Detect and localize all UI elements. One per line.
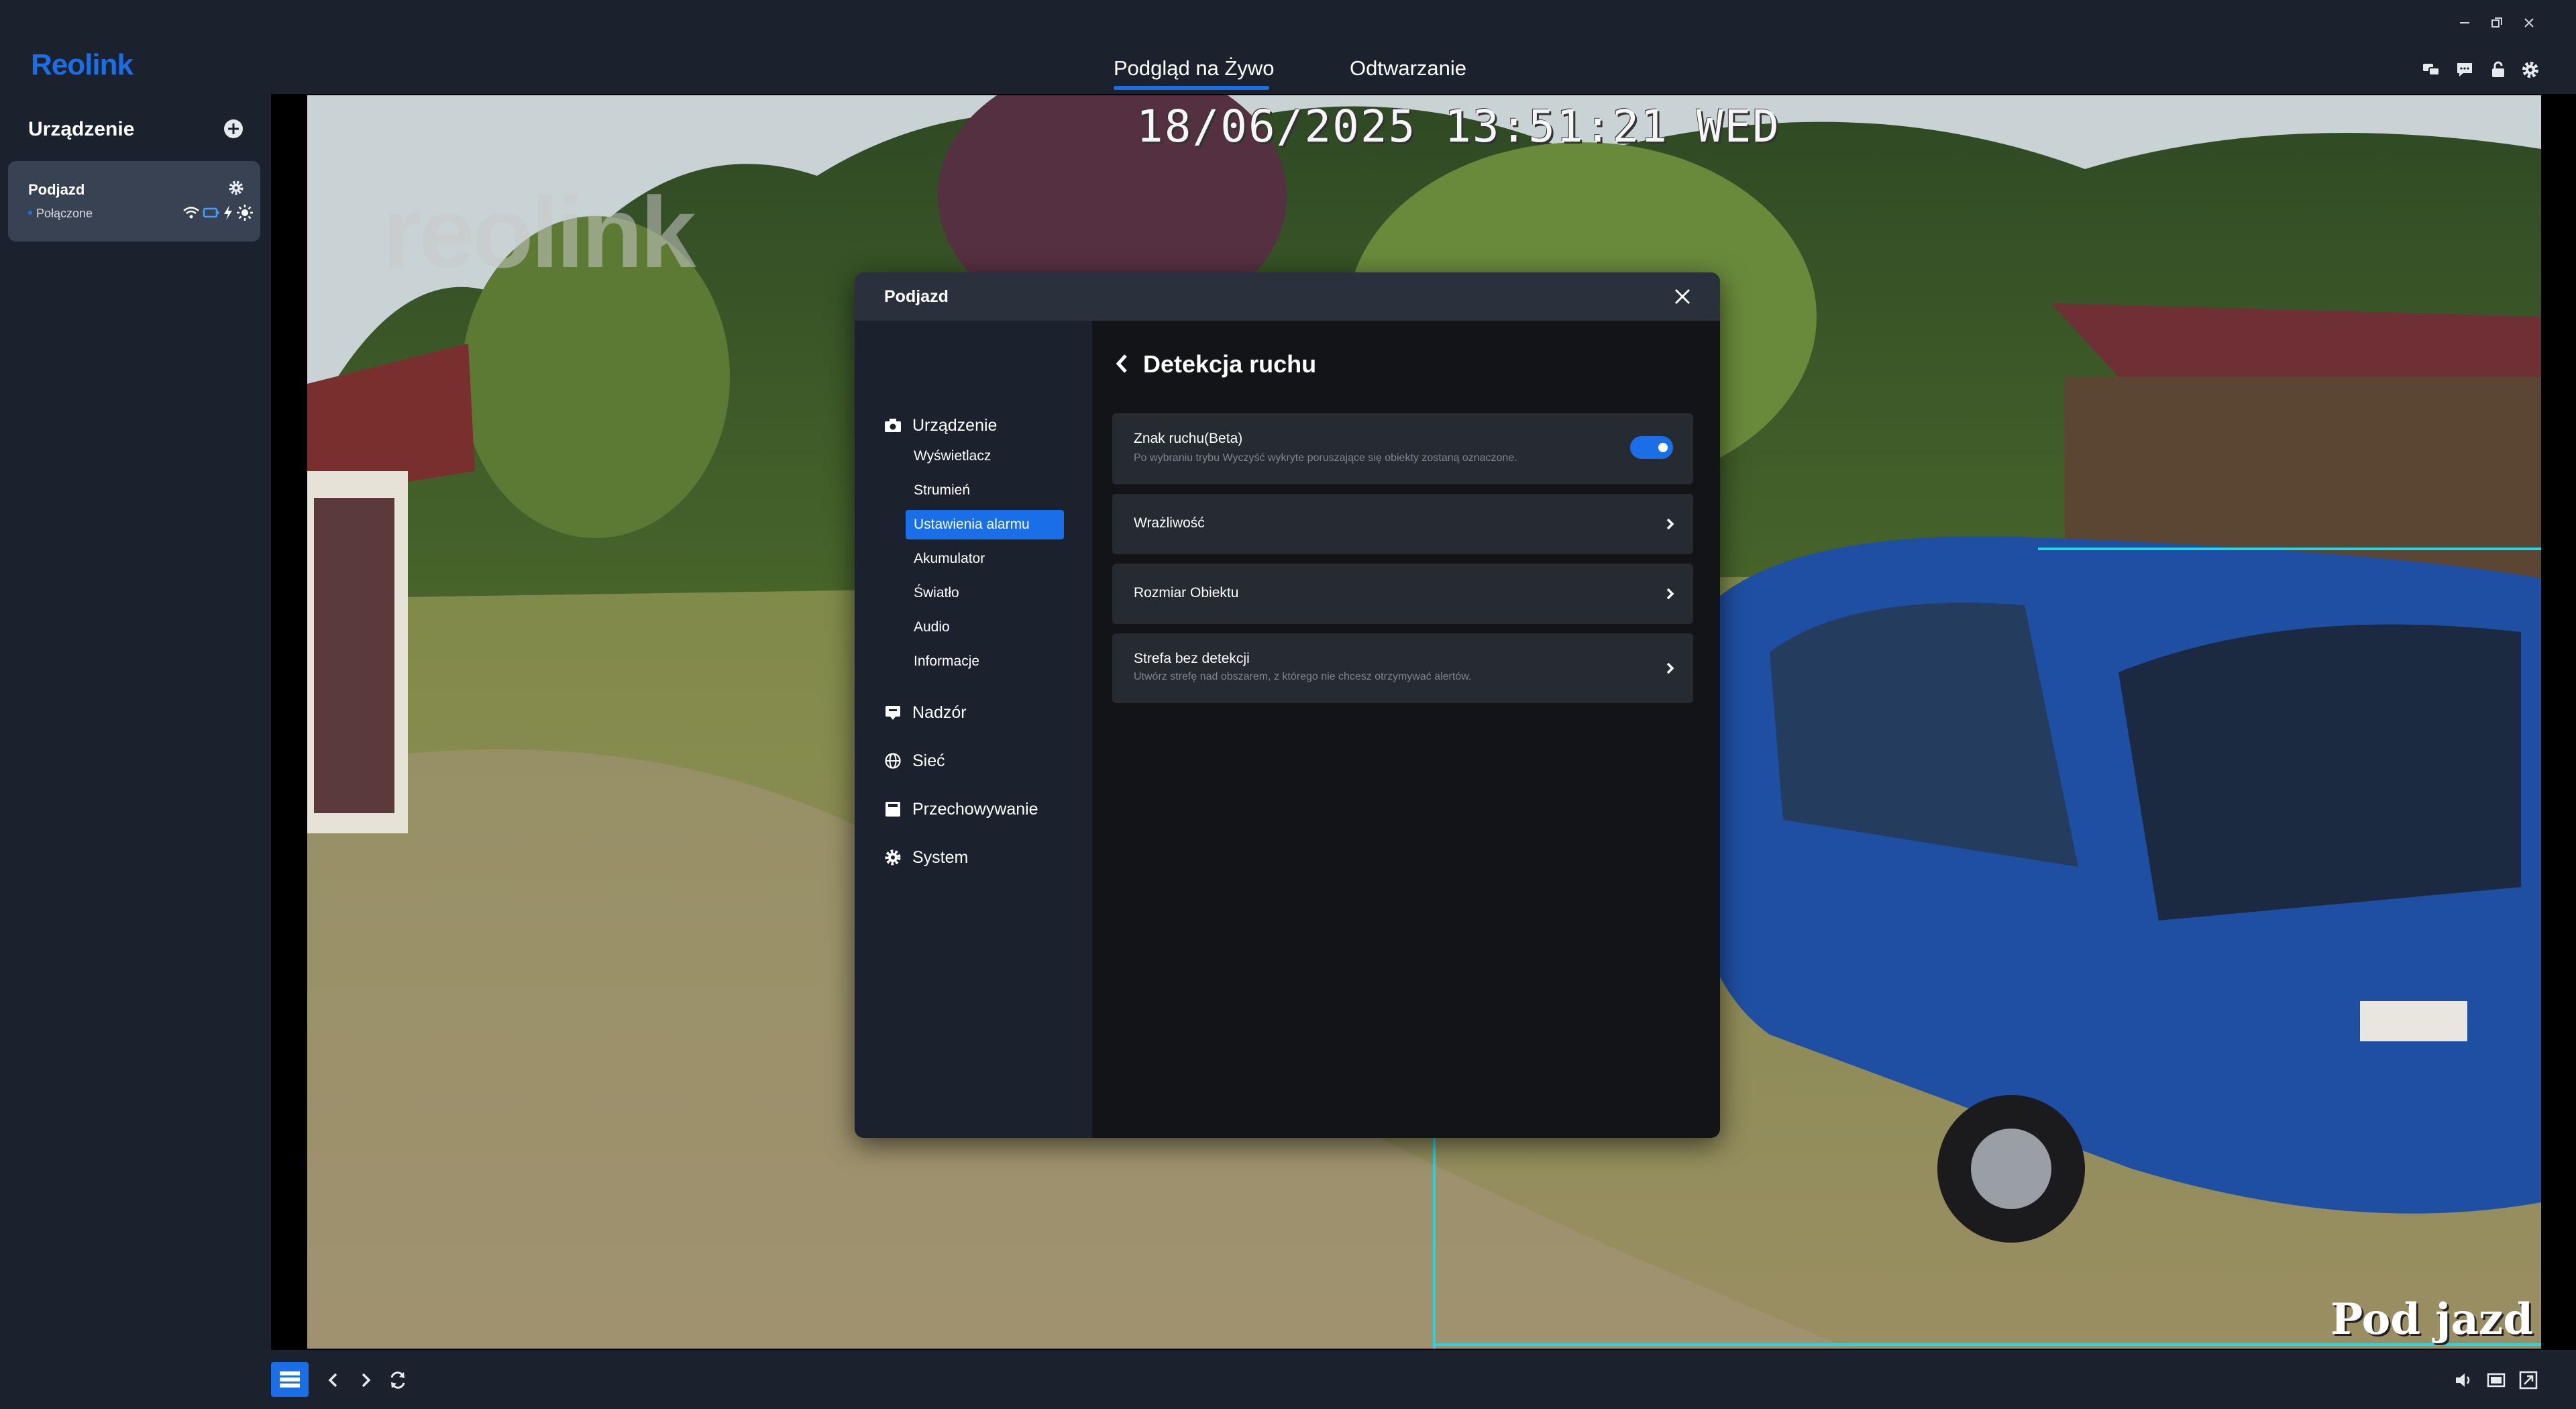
- sun-icon: [236, 204, 254, 225]
- dialog-title: Podjazd: [884, 287, 949, 306]
- device-name: Podjazd: [28, 181, 85, 198]
- aspect-ratio-icon[interactable]: [2481, 1365, 2512, 1396]
- restore-icon[interactable]: [2483, 9, 2510, 36]
- message-icon[interactable]: [2451, 56, 2478, 83]
- sensitivity-row[interactable]: Wrażliwość: [1112, 494, 1693, 554]
- nav-section-system[interactable]: System: [884, 844, 968, 871]
- content-title: Detekcja ruchu: [1143, 350, 1317, 378]
- nav-item-light[interactable]: Światło: [906, 578, 1064, 608]
- nav-section-label: Urządzenie: [912, 415, 998, 435]
- nav-item-info[interactable]: Informacje: [906, 647, 1064, 676]
- device-status-icons: [182, 204, 256, 225]
- nav-section-label: System: [912, 847, 969, 867]
- motion-mark-toggle[interactable]: [1630, 436, 1673, 459]
- gear-icon: [884, 849, 902, 866]
- object-size-row[interactable]: Rozmiar Obiektu: [1112, 564, 1693, 624]
- camera-watermark: reolink: [382, 176, 696, 289]
- storage-icon: [884, 800, 902, 818]
- row-title: Wrażliwość: [1134, 515, 1205, 531]
- prev-icon[interactable]: [318, 1365, 349, 1396]
- device-settings-dialog: Podjazd Urządzenie Wyświetlacz Strumień …: [855, 272, 1720, 1138]
- row-title: Rozmiar Obiektu: [1134, 585, 1239, 601]
- nav-item-alarm-settings[interactable]: Ustawienia alarmu: [906, 510, 1064, 539]
- nav-item-audio[interactable]: Audio: [906, 613, 1064, 642]
- chat-bubbles-icon[interactable]: [2418, 56, 2445, 83]
- charging-icon: [223, 205, 233, 224]
- nav-item-stream[interactable]: Strumień: [906, 476, 1064, 505]
- lock-icon[interactable]: [2485, 56, 2512, 83]
- wifi-icon: [182, 205, 200, 223]
- status-dot: [28, 211, 32, 215]
- refresh-icon[interactable]: [382, 1365, 413, 1396]
- nav-section-storage[interactable]: Przechowywanie: [884, 796, 1038, 823]
- camera-timestamp: 18/06/2025 13:51:21 WED: [1136, 101, 1780, 152]
- device-settings-icon[interactable]: [227, 178, 246, 197]
- nav-item-display[interactable]: Wyświetlacz: [906, 441, 1064, 471]
- nav-section-label: Przechowywanie: [912, 799, 1038, 819]
- no-detection-zone-row[interactable]: Strefa bez detekcji Utwórz strefę nad ob…: [1112, 633, 1693, 703]
- device-card[interactable]: Podjazd Połączone: [8, 161, 260, 242]
- next-icon[interactable]: [350, 1365, 381, 1396]
- nav-item-battery[interactable]: Akumulator: [906, 544, 1064, 574]
- camera-icon: [884, 417, 902, 434]
- device-panel: Urządzenie Podjazd Połączone: [0, 94, 271, 1350]
- motion-mark-row: Znak ruchu(Beta) Po wybraniu trybu Wyczy…: [1112, 413, 1693, 484]
- device-status: Połączone: [36, 207, 93, 220]
- tab-live-view[interactable]: Podgląd na Żywo: [1114, 56, 1275, 81]
- chevron-right-icon: [1664, 516, 1677, 532]
- nav-section-label: Sieć: [912, 751, 945, 770]
- row-title: Strefa bez detekcji: [1134, 651, 1250, 666]
- volume-icon[interactable]: [2449, 1365, 2479, 1396]
- monitor-icon: [884, 704, 902, 721]
- chevron-right-icon: [1664, 586, 1677, 602]
- reolink-logo: Reolink: [31, 48, 133, 81]
- layout-icon[interactable]: [271, 1362, 309, 1397]
- back-chevron-icon[interactable]: [1112, 350, 1132, 377]
- close-icon[interactable]: [1670, 284, 1695, 309]
- settings-nav: Urządzenie Wyświetlacz Strumień Ustawien…: [855, 321, 1092, 1138]
- camera-name-overlay: Pod jazd: [2330, 1294, 2533, 1345]
- tab-playback[interactable]: Odtwarzanie: [1350, 56, 1466, 81]
- device-panel-title: Urządzenie: [28, 118, 135, 140]
- add-device-icon[interactable]: [221, 117, 246, 141]
- dialog-header: Podjazd: [855, 272, 1720, 321]
- settings-icon[interactable]: [2517, 56, 2544, 83]
- bottom-toolbar: [0, 1350, 2576, 1409]
- toggle-knob: [1658, 443, 1668, 452]
- top-bar: Reolink Podgląd na Żywo Odtwarzanie: [0, 0, 2576, 94]
- nav-section-device[interactable]: Urządzenie: [884, 412, 997, 439]
- row-description: Utwórz strefę nad obszarem, z którego ni…: [1134, 671, 1472, 682]
- nav-section-surveillance[interactable]: Nadzór: [884, 699, 967, 726]
- row-title: Znak ruchu(Beta): [1134, 431, 1243, 446]
- globe-icon: [884, 752, 902, 770]
- active-tab-indicator: [1114, 86, 1269, 90]
- minimize-icon[interactable]: [2451, 9, 2478, 36]
- battery-icon: [203, 207, 220, 222]
- row-description: Po wybraniu trybu Wyczyść wykryte porusz…: [1134, 452, 1517, 464]
- close-window-icon[interactable]: [2516, 9, 2542, 36]
- chevron-right-icon: [1664, 660, 1677, 676]
- nav-section-network[interactable]: Sieć: [884, 747, 945, 774]
- settings-content: Detekcja ruchu Znak ruchu(Beta) Po wybra…: [1092, 321, 1720, 1138]
- nav-section-label: Nadzór: [912, 702, 967, 722]
- fullscreen-icon[interactable]: [2513, 1365, 2544, 1396]
